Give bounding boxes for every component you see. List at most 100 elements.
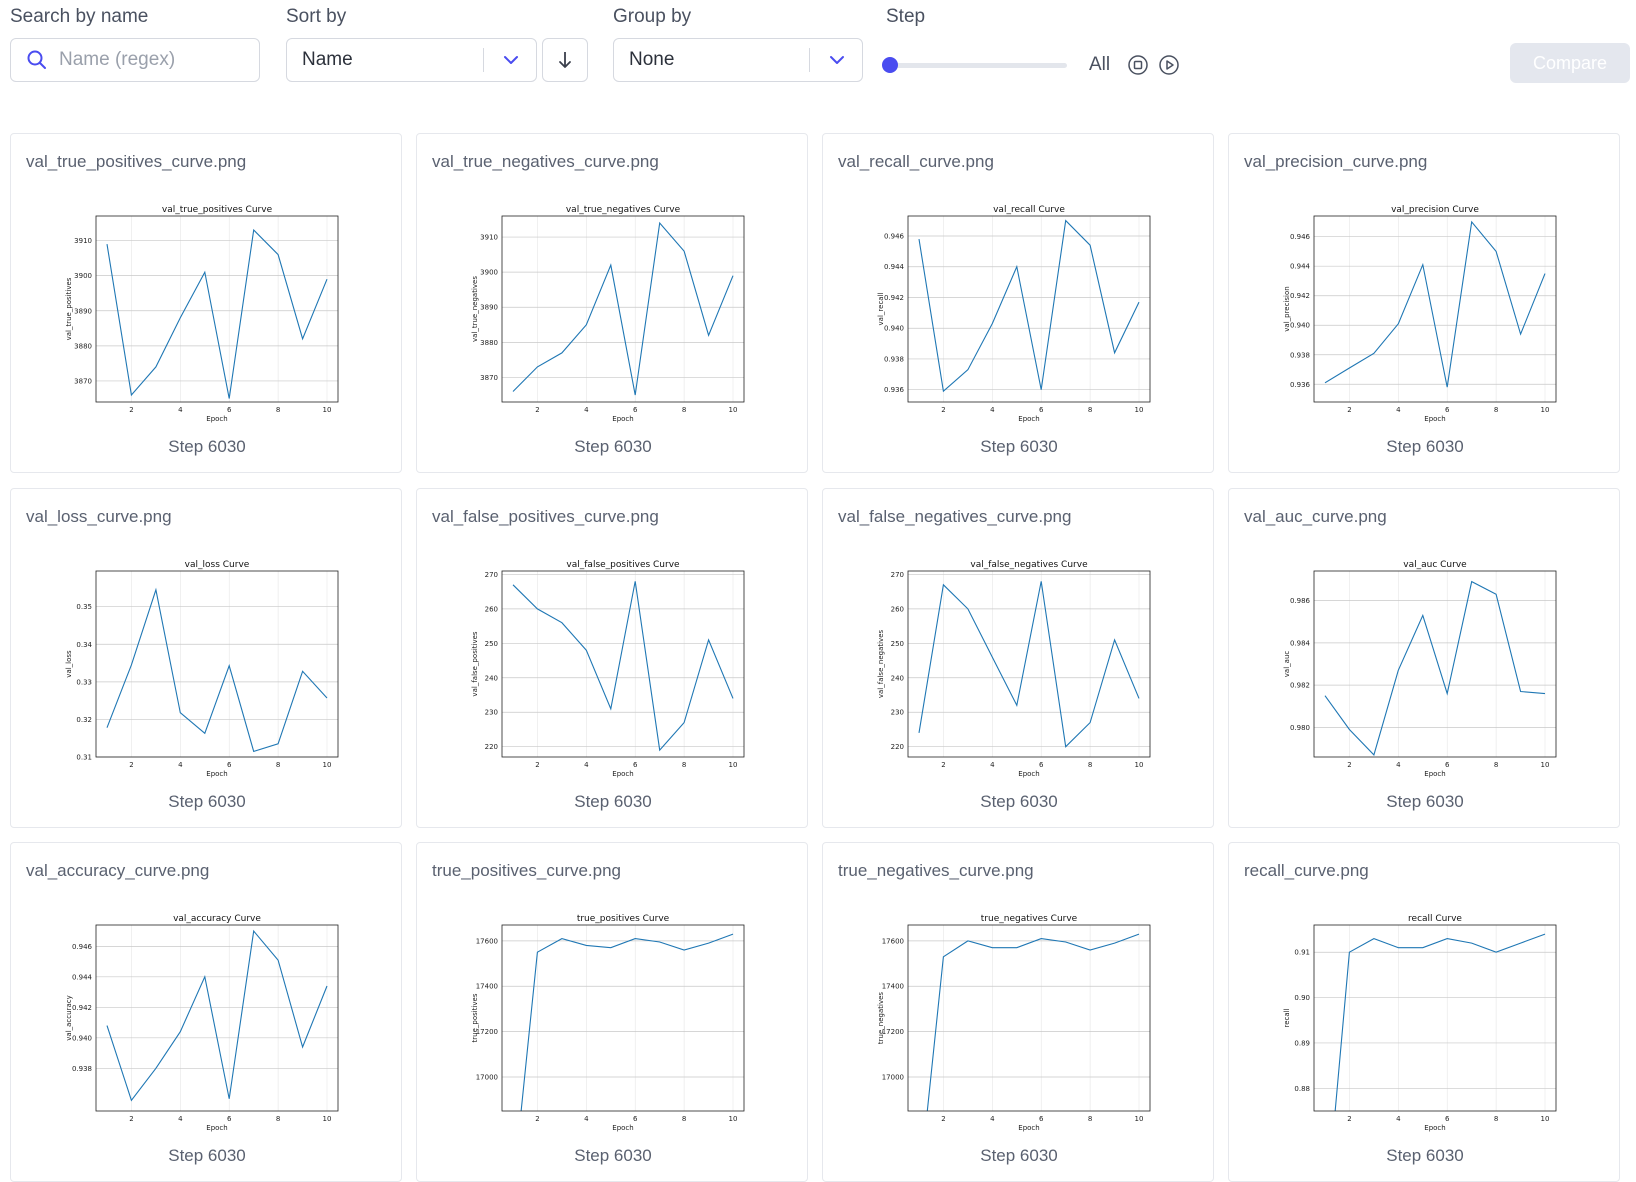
- plot-ylabel: val_precision: [1283, 286, 1291, 331]
- plot-xtick-label: 6: [227, 1115, 232, 1123]
- plot-series-line: [918, 219, 1140, 393]
- step-slider-handle[interactable]: [882, 57, 898, 73]
- image-card[interactable]: val_false_negatives_curve.png Step 6030 2 4…: [822, 488, 1214, 828]
- image-card[interactable]: val_recall_curve.png Step 6030 2 4 6 8 10 0.936…: [822, 133, 1214, 473]
- plot-image: 2 4 6 8 10 0.936 0.938 0.940 0.942 0.944 0.946 val_…: [877, 205, 1151, 423]
- chevron-down-icon[interactable]: [499, 48, 523, 72]
- card-title: val_recall_curve.png: [838, 152, 994, 171]
- plot-xtick-label: 10: [323, 1115, 332, 1123]
- plot-xtick-label: 6: [227, 761, 232, 769]
- plot-xtick-label: 2: [1347, 761, 1351, 769]
- plot-ylabel: recall: [1283, 1008, 1291, 1027]
- plot-ytick-label: 17600: [882, 937, 904, 945]
- plot-xtick-label: 2: [535, 761, 539, 769]
- image-card[interactable]: val_true_positives_curve.png Step 6030 2 4 6…: [10, 133, 402, 473]
- plot-ylabel: val_loss: [65, 650, 73, 678]
- plot-ytick-label: 17200: [476, 1028, 498, 1036]
- plot-xtick-label: 10: [1135, 761, 1144, 769]
- stop-icon[interactable]: [1127, 54, 1149, 76]
- plot-title: val_false_negatives Curve: [970, 560, 1088, 570]
- chevron-down-icon[interactable]: [825, 48, 849, 72]
- sort-select-value: Name: [302, 49, 353, 70]
- group-select[interactable]: None: [613, 38, 863, 82]
- plot-ytick-label: 0.33: [76, 678, 92, 686]
- group-label: Group by: [613, 6, 692, 27]
- plot-ytick-label: 240: [485, 674, 498, 682]
- sort-direction-button[interactable]: [542, 38, 588, 82]
- plot-series-line: [106, 929, 328, 1102]
- plot-axes-frame: [907, 215, 1151, 403]
- plot-ytick-label: 250: [891, 640, 904, 648]
- play-icon[interactable]: [1158, 54, 1180, 76]
- image-card[interactable]: val_false_positives_curve.png Step 6030 2 4…: [416, 488, 808, 828]
- plot-xtick-label: 10: [1135, 1115, 1144, 1123]
- plot-ylabel: val_false_negatives: [877, 630, 885, 699]
- plot-xtick-label: 2: [129, 761, 133, 769]
- plot-series-line: [918, 581, 1140, 748]
- plot-image: 2 4 6 8 10 220 230 240 250 260 270 val_false_positi…: [471, 560, 745, 778]
- plot-ytick-label: 0.32: [76, 716, 92, 724]
- plot-xtick-label: 2: [941, 1115, 945, 1123]
- plot-xtick-label: 6: [1445, 406, 1450, 414]
- plot-ytick-label: 3900: [74, 272, 92, 280]
- image-card[interactable]: val_loss_curve.png Step 6030 2 4 6 8 10 0.31 0.3…: [10, 488, 402, 828]
- plot-ytick-label: 0.940: [1290, 322, 1310, 330]
- plot-xtick-label: 6: [1039, 1115, 1044, 1123]
- search-field[interactable]: [10, 38, 260, 82]
- plot-ytick-label: 0.982: [1290, 682, 1310, 690]
- plot-image: 2 4 6 8 10 3870 3880 3890 3900 3910 val_true_posit…: [65, 205, 339, 423]
- plot-xtick-label: 2: [1347, 1115, 1351, 1123]
- plot-xtick-label: 8: [1494, 406, 1498, 414]
- plot-ytick-label: 0.946: [884, 232, 905, 240]
- plot-ytick-label: 3880: [74, 342, 92, 350]
- plot-axes-frame: [1313, 570, 1557, 758]
- plot-ytick-label: 17200: [882, 1028, 904, 1036]
- plot-ytick-label: 0.980: [1290, 724, 1310, 732]
- plot-ytick-label: 260: [891, 605, 904, 613]
- step-slider-track[interactable]: [889, 63, 1067, 68]
- image-card[interactable]: val_auc_curve.png Step 6030 2 4 6 8 10 0.980 0.9…: [1228, 488, 1620, 828]
- plot-xtick-label: 8: [276, 761, 280, 769]
- plot-xtick-label: 8: [1088, 406, 1092, 414]
- plot-xtick-label: 4: [1396, 1115, 1401, 1123]
- plot-title: val_precision Curve: [1391, 205, 1479, 215]
- plot-xtick-label: 2: [1347, 406, 1351, 414]
- plot-ylabel: val_accuracy: [65, 995, 73, 1040]
- image-card[interactable]: true_positives_curve.png Step 6030 2 4 6 8 10 1…: [416, 842, 808, 1182]
- plot-xtick-label: 8: [276, 1115, 280, 1123]
- image-card[interactable]: val_accuracy_curve.png Step 6030 2 4 6 8 10 0.9…: [10, 842, 402, 1182]
- sort-select[interactable]: Name: [286, 38, 537, 82]
- plot-ytick-label: 0.944: [1290, 263, 1311, 271]
- card-title: true_negatives_curve.png: [838, 861, 1034, 880]
- card-step: Step 6030: [980, 437, 1058, 456]
- step-label: Step: [886, 6, 926, 27]
- card-title: val_precision_curve.png: [1244, 152, 1428, 171]
- image-card[interactable]: val_true_negatives_curve.png Step 6030 2 4 6…: [416, 133, 808, 473]
- image-card[interactable]: val_precision_curve.png Step 6030 2 4 6 8 10 0.…: [1228, 133, 1620, 473]
- card-title: true_positives_curve.png: [432, 861, 622, 880]
- search-input[interactable]: [59, 39, 239, 81]
- plot-ytick-label: 17400: [476, 983, 498, 991]
- plot-ytick-label: 3880: [480, 339, 498, 347]
- plot-ytick-label: 230: [891, 709, 904, 717]
- plot-xtick-label: 6: [1039, 761, 1044, 769]
- plot-ylabel: val_true_negatives: [471, 276, 479, 342]
- plot-xlabel: Epoch: [1424, 1124, 1445, 1132]
- plot-xlabel: Epoch: [206, 1124, 227, 1132]
- plot-ytick-label: 0.946: [1290, 233, 1311, 241]
- plot-ytick-label: 3890: [480, 304, 498, 312]
- compare-button[interactable]: Compare: [1510, 43, 1630, 83]
- plot-xtick-label: 4: [584, 406, 589, 414]
- plot-image: 2 4 6 8 10 0.980 0.982 0.984 0.986 val_auc Curve E…: [1283, 560, 1557, 778]
- image-card[interactable]: true_negatives_curve.png Step 6030 2 4 6 8 10 1…: [822, 842, 1214, 1182]
- plot-title: true_negatives Curve: [981, 914, 1078, 924]
- plot-ytick-label: 0.940: [884, 325, 904, 333]
- plot-xtick-label: 4: [1396, 406, 1401, 414]
- plot-axes-frame: [501, 570, 745, 758]
- plot-title: recall Curve: [1408, 914, 1462, 924]
- sort-label: Sort by: [286, 6, 347, 27]
- plot-xtick-label: 6: [633, 406, 638, 414]
- plot-ytick-label: 0.91: [1294, 949, 1310, 957]
- image-card[interactable]: recall_curve.png Step 6030 2 4 6 8 10 0.88 0.89 0…: [1228, 842, 1620, 1182]
- card-title: val_true_negatives_curve.png: [432, 152, 659, 171]
